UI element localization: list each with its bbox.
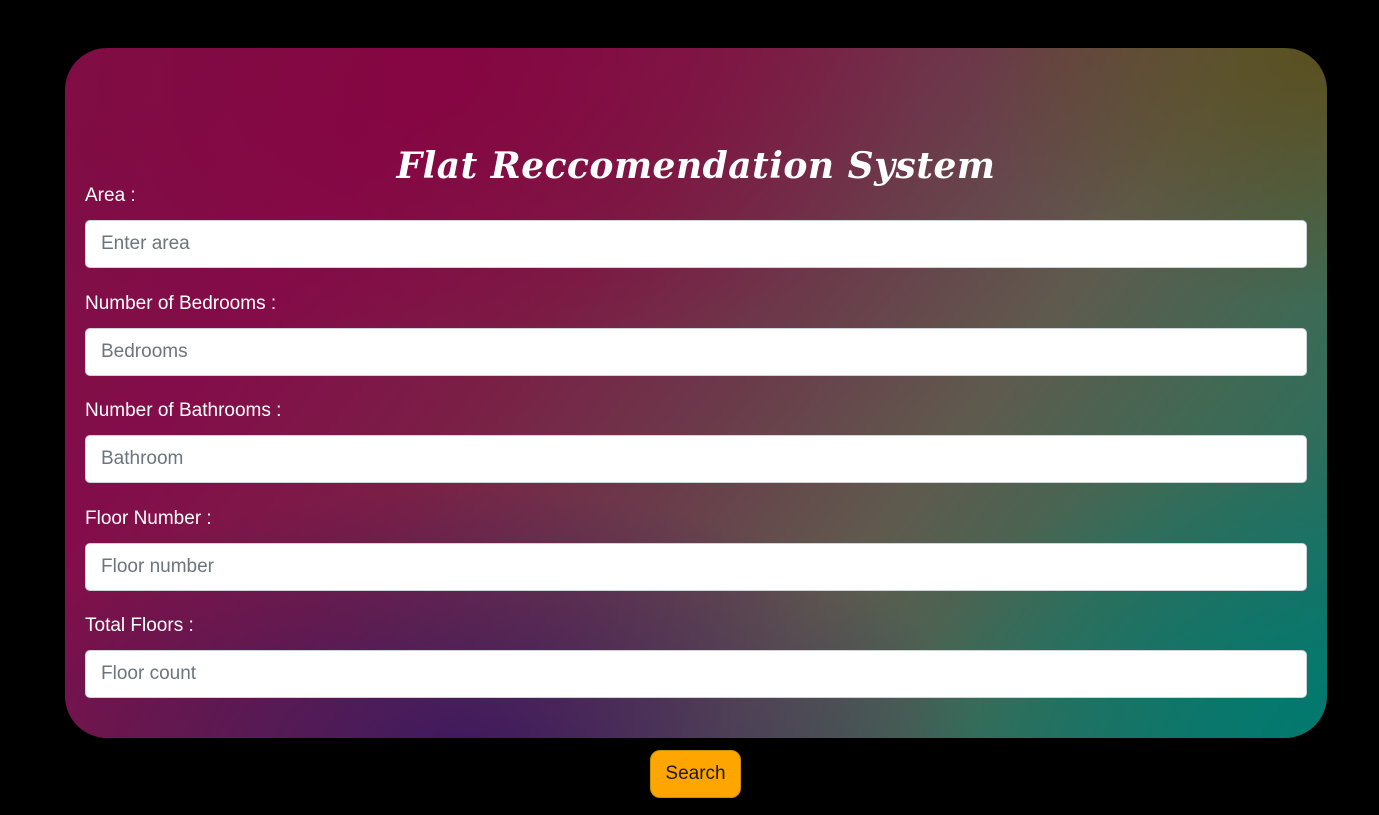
floor-number-input[interactable]: [85, 543, 1307, 591]
page-title: Flat Reccomendation System: [396, 145, 996, 187]
area-input[interactable]: [85, 220, 1307, 268]
area-label: Area :: [85, 185, 136, 206]
bedrooms-input[interactable]: [85, 328, 1307, 376]
form-card: Flat Reccomendation System: [65, 48, 1327, 738]
bedrooms-label: Number of Bedrooms :: [85, 293, 277, 314]
bathrooms-label: Number of Bathrooms :: [85, 400, 282, 421]
search-button[interactable]: Search: [650, 750, 741, 798]
total-floors-input[interactable]: [85, 650, 1307, 698]
floor-number-label: Floor Number :: [85, 508, 212, 529]
bathrooms-input[interactable]: [85, 435, 1307, 483]
total-floors-label: Total Floors :: [85, 615, 194, 636]
